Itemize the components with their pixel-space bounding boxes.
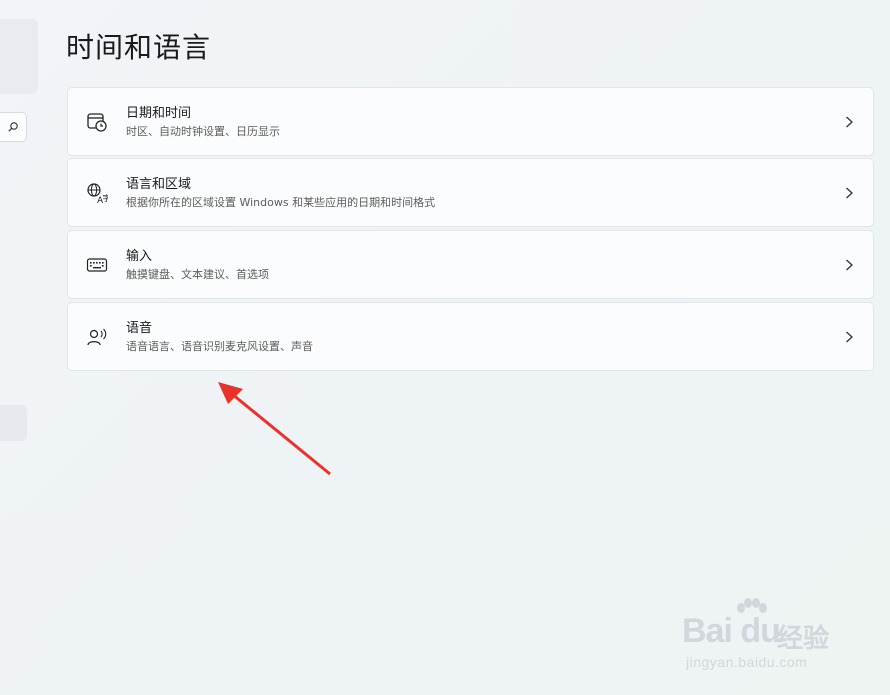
language-region-icon: A 字 xyxy=(86,182,108,204)
input-card[interactable]: 输入 触摸键盘、文本建议、首选项 xyxy=(67,230,874,299)
speech-card[interactable]: 语音 语音语言、语音识别麦克风设置、声音 xyxy=(67,302,874,371)
card-subtitle: 语音语言、语音识别麦克风设置、声音 xyxy=(126,340,313,353)
watermark-logo: Bai du xyxy=(682,612,781,650)
card-title: 语言和区域 xyxy=(126,177,192,192)
search-icon[interactable] xyxy=(7,118,19,137)
nav-item-time-language[interactable] xyxy=(0,405,27,441)
speech-icon xyxy=(86,326,108,348)
keyboard-icon xyxy=(86,254,108,276)
card-subtitle: 时区、自动时钟设置、日历显示 xyxy=(126,125,280,138)
watermark-url: jingyan.baidu.com xyxy=(686,654,808,670)
settings-search-input[interactable] xyxy=(0,112,27,142)
card-subtitle: 触摸键盘、文本建议、首选项 xyxy=(126,268,269,281)
watermark-brand: 经验 xyxy=(777,623,830,653)
card-title: 输入 xyxy=(126,249,153,264)
card-title: 日期和时间 xyxy=(126,106,192,121)
chevron-right-icon xyxy=(846,331,853,342)
svg-text:字: 字 xyxy=(103,193,109,203)
chevron-right-icon xyxy=(846,187,853,198)
calendar-clock-icon xyxy=(86,111,108,133)
date-time-card[interactable]: 日期和时间 时区、自动时钟设置、日历显示 xyxy=(67,87,874,156)
chevron-right-icon xyxy=(846,259,853,270)
baidu-jingyan-watermark: Bai du 经验 jingyan.baidu.com xyxy=(682,598,852,678)
language-region-card[interactable]: A 字 语言和区域 根据你所在的区域设置 Windows 和某些应用的日期和时间… xyxy=(67,158,874,227)
page-title: 时间和语言 xyxy=(66,31,212,64)
card-subtitle: 根据你所在的区域设置 Windows 和某些应用的日期和时间格式 xyxy=(126,196,436,209)
account-panel[interactable] xyxy=(0,19,38,94)
chevron-right-icon xyxy=(846,116,853,127)
card-title: 语音 xyxy=(126,321,153,336)
